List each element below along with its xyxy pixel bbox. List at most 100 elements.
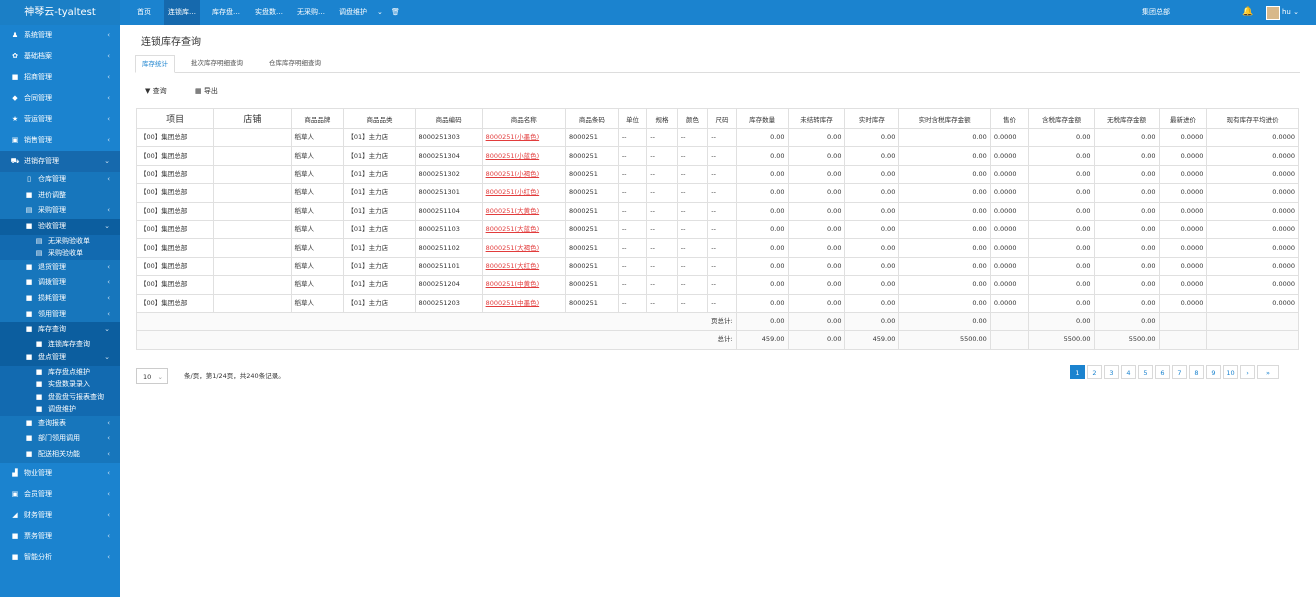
sidebar-item[interactable]: ✿ 基础档案 ‹ (0, 46, 120, 67)
sidebar-item[interactable]: ■ 调盘维护 (0, 403, 120, 416)
product-name-link[interactable]: 8000251(大褐色) (486, 244, 540, 252)
sidebar-item[interactable]: ▤ 采购管理 ‹ (0, 203, 120, 220)
table-row[interactable]: 【00】集团总部 稻草人 【01】主力店 8000251102 8000251(大褐色)… (135, 238, 1299, 258)
table-row[interactable]: 【00】集团总部 稻草人 【01】主力店 8000251101 8000251(大红色)… (135, 256, 1299, 277)
column-header[interactable]: 商品品牌 (290, 108, 345, 129)
sidebar-item[interactable]: ■ 连锁库存查询 (0, 337, 120, 351)
tab-warehouse-detail[interactable]: 仓库库存明细查询 (263, 55, 327, 71)
next-page-button[interactable]: › (1240, 365, 1255, 379)
last-page-button[interactable]: » (1257, 365, 1279, 379)
column-header[interactable]: 商品名称 (481, 108, 566, 129)
page-button[interactable]: 8 (1189, 365, 1204, 379)
page-button[interactable]: 4 (1121, 365, 1136, 379)
sidebar-item[interactable]: ▣ 会员管理 ‹ (0, 484, 120, 505)
product-name-link[interactable]: 8000251(大红色) (486, 262, 540, 270)
sidebar-item[interactable]: ■ 库存盘点维护 (0, 366, 120, 379)
top-tab[interactable]: 无采购… (293, 0, 329, 25)
query-button[interactable]: ▼ 查询 (145, 84, 167, 98)
column-header[interactable]: 商品品类 (343, 108, 416, 129)
page-button[interactable]: 2 (1087, 365, 1102, 379)
column-header[interactable]: 库存数量 (735, 108, 789, 129)
sidebar-item[interactable]: ▣ 销售管理 ‹ (0, 130, 120, 151)
sidebar-item[interactable]: ■ 部门领用调用 ‹ (0, 431, 120, 447)
top-tab[interactable]: 调盘维护 (335, 0, 371, 25)
column-header[interactable]: 项目 (135, 108, 215, 129)
tab-batch-detail[interactable]: 批次库存明细查询 (185, 55, 249, 71)
product-name-link[interactable]: 8000251(大黄色) (486, 207, 540, 215)
sidebar-item[interactable]: ■ 实盘数录录入 (0, 378, 120, 391)
sidebar-item[interactable]: ◆ 合同管理 ‹ (0, 88, 120, 109)
product-name-link[interactable]: 8000251(大蓝色) (486, 225, 540, 233)
page-button[interactable]: 7 (1172, 365, 1187, 379)
column-header[interactable]: 无税库存金额 (1093, 108, 1160, 129)
sidebar-item[interactable]: ■ 退货管理 ‹ (0, 259, 120, 276)
sidebar-item[interactable]: ■ 招商管理 ‹ (0, 67, 120, 88)
product-name-link[interactable]: 8000251(小墨色) (486, 133, 540, 141)
column-header[interactable]: 含税库存金额 (1028, 108, 1095, 129)
sidebar-item[interactable]: ▟ 物业管理 ‹ (0, 463, 120, 484)
sidebar-item[interactable]: ▤ 无采购验收单 (0, 234, 120, 248)
sidebar-item[interactable]: ◢ 财务管理 ‹ (0, 505, 120, 526)
sidebar-item[interactable]: ⛟ 进销存管理 ⌄ (0, 151, 120, 172)
product-name-link[interactable]: 8000251(小红色) (486, 188, 540, 196)
sidebar-item[interactable]: ■ 领用管理 ‹ (0, 306, 120, 323)
table-row[interactable]: 【00】集团总部 稻草人 【01】主力店 8000251303 8000251(小墨色)… (135, 127, 1299, 148)
column-header[interactable]: 商品条码 (564, 108, 619, 129)
sidebar-item[interactable]: ■ 盘点管理 ⌄ (0, 350, 120, 367)
sidebar-item[interactable]: ■ 进价调整 (0, 187, 120, 204)
top-tab[interactable]: 库存盘… (208, 0, 244, 25)
sidebar-item[interactable]: ■ 损耗管理 ‹ (0, 290, 120, 307)
trash-icon[interactable]: 🗑 (391, 0, 400, 25)
table-row[interactable]: 【00】集团总部 稻草人 【01】主力店 8000251103 8000251(大蓝色)… (135, 219, 1299, 240)
page-button[interactable]: 6 (1155, 365, 1170, 379)
column-header[interactable]: 颜色 (676, 108, 709, 129)
table-row[interactable]: 【00】集团总部 稻草人 【01】主力店 8000251304 8000251(小蓝色)… (135, 146, 1299, 166)
avatar[interactable] (1266, 6, 1280, 20)
sidebar-item[interactable]: ■ 盘盈盘亏报表查询 (0, 390, 120, 404)
sidebar-item[interactable]: ■ 库存查询 ⌄ (0, 322, 120, 338)
table-row[interactable]: 【00】集团总部 稻草人 【01】主力店 8000251203 8000251(中墨色)… (135, 293, 1299, 313)
page-size-select[interactable]: 10 ⌄ (136, 368, 168, 384)
top-tab[interactable]: 连锁库… (164, 0, 200, 25)
product-name-link[interactable]: 8000251(中墨色) (486, 299, 540, 307)
column-header[interactable]: 未结转库存 (787, 108, 846, 129)
column-header[interactable]: 单位 (617, 108, 648, 129)
sidebar-item[interactable]: ▯ 仓库管理 ‹ (0, 172, 120, 188)
sidebar-item[interactable]: ★ 营运管理 ‹ (0, 109, 120, 130)
page-button[interactable]: 1 (1070, 365, 1085, 379)
column-header[interactable]: 规格 (646, 108, 678, 129)
product-name-link[interactable]: 8000251(中黄色) (486, 280, 540, 288)
top-tab[interactable]: 实盘数… (251, 0, 287, 25)
column-header[interactable]: 尺码 (707, 108, 737, 129)
sidebar-item[interactable]: ■ 智能分析 ‹ (0, 547, 120, 568)
table-row[interactable]: 【00】集团总部 稻草人 【01】主力店 8000251301 8000251(小红色)… (135, 183, 1299, 203)
sidebar-item[interactable]: ■ 调拨管理 ‹ (0, 275, 120, 291)
tab-inventory-stats[interactable]: 库存统计 (135, 55, 175, 73)
sidebar-item[interactable]: ■ 验收管理 ⌄ (0, 219, 120, 235)
sidebar-item[interactable]: ■ 票务管理 ‹ (0, 526, 120, 547)
page-button[interactable]: 3 (1104, 365, 1119, 379)
column-header[interactable]: 最新进价 (1158, 108, 1208, 129)
sidebar-item[interactable]: ♟ 系统管理 ‹ (0, 25, 120, 46)
table-row[interactable]: 【00】集团总部 稻草人 【01】主力店 8000251104 8000251(大黄色)… (135, 201, 1299, 221)
user-menu[interactable]: hu ⌄ (1282, 0, 1299, 25)
column-header[interactable]: 售价 (989, 108, 1030, 129)
bell-icon[interactable]: 🔔 (1242, 0, 1253, 25)
top-tab[interactable]: 首页 (133, 0, 155, 25)
export-button[interactable]: ▦ 导出 (195, 84, 218, 98)
product-name-link[interactable]: 8000251(小蓝色) (486, 152, 540, 160)
sidebar-item[interactable]: ▤ 采购验收单 (0, 247, 120, 260)
column-header[interactable]: 实时含税库存金额 (898, 108, 991, 129)
product-name-link[interactable]: 8000251(小褐色) (486, 170, 540, 178)
column-header[interactable]: 店铺 (213, 108, 292, 129)
sidebar-item[interactable]: ■ 查询报表 ‹ (0, 415, 120, 432)
chevron-down-icon[interactable]: ⌄ (377, 0, 383, 25)
column-header[interactable]: 实时库存 (844, 108, 900, 129)
page-button[interactable]: 9 (1206, 365, 1221, 379)
column-header[interactable]: 商品编码 (414, 108, 483, 129)
table-row[interactable]: 【00】集团总部 稻草人 【01】主力店 8000251302 8000251(小褐色)… (135, 164, 1299, 185)
page-button[interactable]: 5 (1138, 365, 1153, 379)
column-header[interactable]: 现有库存平均进价 (1206, 108, 1299, 129)
page-button[interactable]: 10 (1223, 365, 1238, 379)
org-name[interactable]: 集团总部 (1142, 0, 1170, 25)
